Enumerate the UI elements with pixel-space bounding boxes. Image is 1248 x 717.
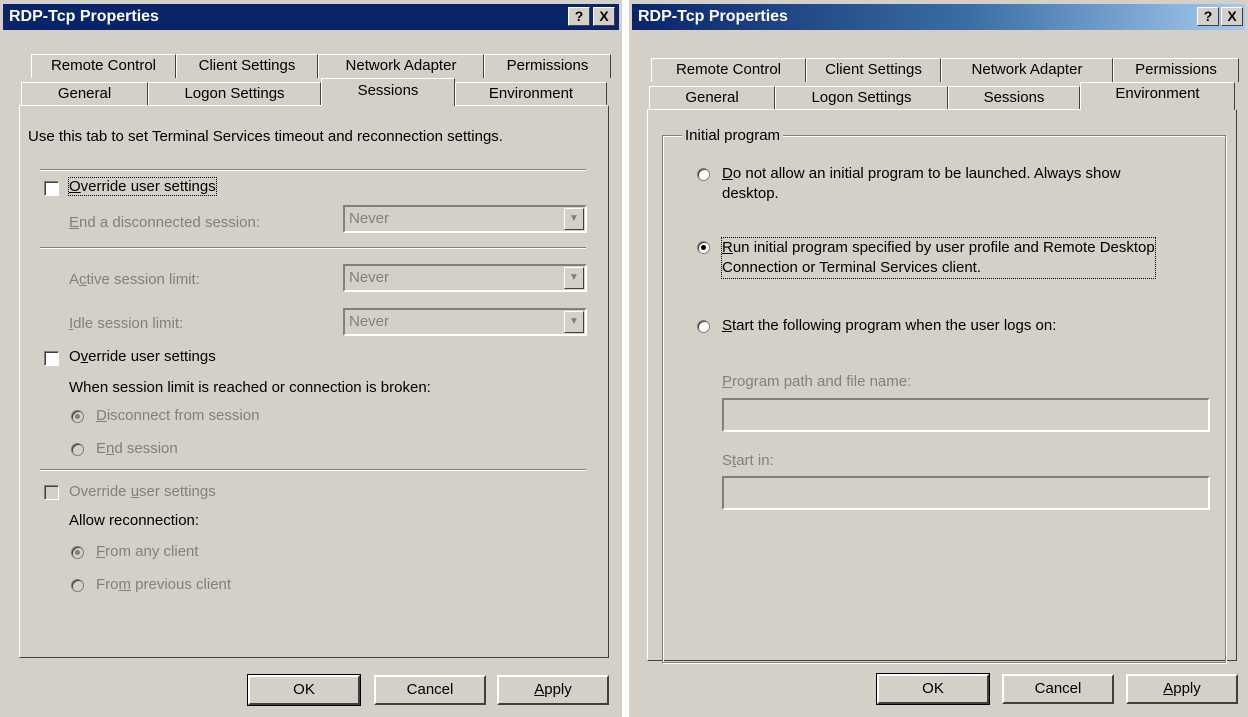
tab-network-adapter[interactable]: Network Adapter: [318, 54, 484, 78]
program-path-input[interactable]: [722, 398, 1210, 432]
tab-client-settings[interactable]: Client Settings: [806, 58, 941, 82]
tab-sessions[interactable]: Sessions: [321, 78, 455, 106]
limit-reached-label: When session limit is reached or connect…: [69, 379, 431, 396]
override-user-settings-2-label: Override user settings: [69, 348, 216, 365]
sessions-panel: Use this tab to set Terminal Services ti…: [19, 105, 609, 658]
start-following-program-label: Start the following program when the use…: [722, 317, 1057, 334]
title-bar: RDP-Tcp Properties ? X: [632, 4, 1245, 30]
override-user-settings-label: Override user settings: [68, 177, 217, 196]
chevron-down-icon: ▼: [564, 311, 584, 333]
disconnect-from-session-radio[interactable]: [71, 410, 84, 423]
idle-session-limit-label: Idle session limit:: [69, 315, 184, 332]
environment-dialog: RDP-Tcp Properties ? X Remote Control Cl…: [629, 0, 1248, 717]
chevron-down-icon: ▼: [564, 267, 584, 289]
help-button[interactable]: ?: [1197, 7, 1219, 26]
override-user-settings-checkbox[interactable]: [44, 181, 59, 196]
chevron-down-icon: ▼: [564, 208, 584, 230]
environment-panel: Initial program Do not allow an initial …: [647, 109, 1237, 663]
tab-client-settings[interactable]: Client Settings: [176, 54, 318, 78]
run-initial-program-radio[interactable]: [697, 241, 710, 254]
run-initial-program-label: Run initial program specified by user pr…: [721, 237, 1156, 279]
allow-reconnection-label: Allow reconnection:: [69, 512, 200, 529]
end-disconnected-label: End a disconnected session:: [69, 214, 260, 231]
from-any-client-radio[interactable]: [71, 546, 84, 559]
tab-network-adapter[interactable]: Network Adapter: [941, 58, 1113, 82]
tab-environment[interactable]: Environment: [1080, 82, 1235, 110]
divider: [40, 469, 586, 471]
no-initial-program-radio[interactable]: [697, 168, 710, 181]
tab-permissions[interactable]: Permissions: [1113, 58, 1239, 82]
end-session-radio[interactable]: [71, 443, 84, 456]
tab-permissions[interactable]: Permissions: [484, 54, 611, 78]
start-in-input[interactable]: [722, 476, 1210, 510]
apply-button[interactable]: Apply: [1126, 674, 1238, 704]
tab-remote-control[interactable]: Remote Control: [651, 58, 806, 82]
apply-button[interactable]: Apply: [497, 675, 609, 705]
description-text: Use this tab to set Terminal Services ti…: [28, 128, 503, 145]
window-title: RDP-Tcp Properties: [9, 8, 159, 25]
divider: [40, 247, 586, 249]
close-button[interactable]: X: [593, 7, 615, 26]
cancel-button[interactable]: Cancel: [374, 675, 486, 705]
ok-button[interactable]: OK: [247, 674, 361, 706]
tab-environment[interactable]: Environment: [455, 82, 607, 106]
override-user-settings-3-checkbox[interactable]: [44, 485, 59, 500]
tab-remote-control[interactable]: Remote Control: [31, 54, 176, 78]
no-initial-program-label-line2: desktop.: [722, 185, 779, 202]
start-following-program-radio[interactable]: [697, 320, 710, 333]
tab-general[interactable]: General: [649, 86, 775, 110]
override-user-settings-3-label: Override user settings: [69, 483, 216, 500]
close-button[interactable]: X: [1221, 7, 1243, 26]
start-in-label: Start in:: [722, 452, 774, 469]
end-disconnected-select[interactable]: Never ▼: [343, 205, 587, 233]
program-path-label: Program path and file name:: [722, 373, 912, 390]
active-session-limit-select[interactable]: Never ▼: [343, 264, 587, 292]
from-any-client-label: From any client: [96, 543, 199, 560]
override-user-settings-2-checkbox[interactable]: [44, 351, 59, 366]
from-previous-client-radio[interactable]: [71, 579, 84, 592]
help-button[interactable]: ?: [568, 7, 590, 26]
cancel-button[interactable]: Cancel: [1002, 674, 1114, 704]
no-initial-program-label: Do not allow an initial program to be la…: [722, 165, 1121, 182]
from-previous-client-label: From previous client: [96, 576, 232, 593]
idle-session-limit-select[interactable]: Never ▼: [343, 308, 587, 336]
divider: [40, 169, 586, 171]
active-session-limit-label: Active session limit:: [69, 271, 200, 288]
initial-program-legend: Initial program: [682, 127, 784, 144]
title-bar: RDP-Tcp Properties ? X: [3, 4, 619, 30]
divider: [622, 0, 629, 717]
ok-button[interactable]: OK: [876, 673, 990, 705]
tab-general[interactable]: General: [21, 82, 148, 106]
tab-sessions[interactable]: Sessions: [948, 86, 1080, 110]
disconnect-from-session-label: Disconnect from session: [96, 407, 260, 424]
end-session-label: End session: [96, 440, 178, 457]
tab-logon-settings[interactable]: Logon Settings: [775, 86, 948, 110]
tab-logon-settings[interactable]: Logon Settings: [148, 82, 321, 106]
window-title: RDP-Tcp Properties: [638, 8, 788, 25]
sessions-dialog: RDP-Tcp Properties ? X Remote Control Cl…: [0, 0, 622, 717]
